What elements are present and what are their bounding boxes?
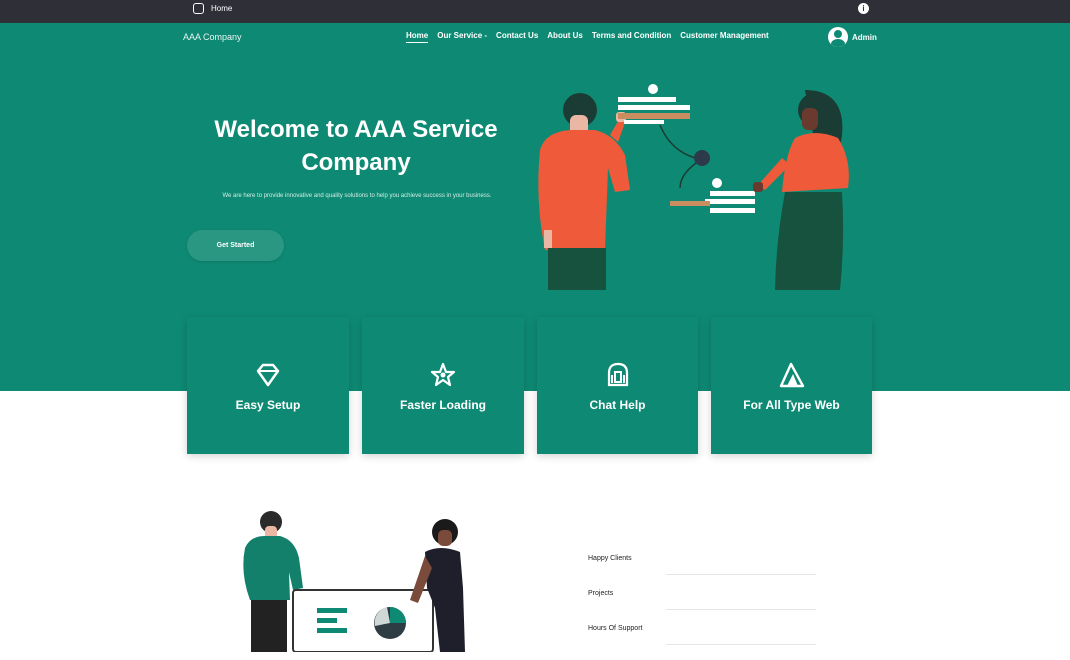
- browser-topbar: Home i: [0, 0, 1070, 23]
- field-label: Happy Clients: [588, 555, 632, 562]
- feature-label: Faster Loading: [399, 397, 486, 412]
- feature-label: For All Type Web: [743, 397, 840, 412]
- hero-subtitle: We are here to provide innovative and qu…: [222, 193, 492, 199]
- info-icon[interactable]: i: [858, 3, 869, 14]
- field-input[interactable]: [666, 609, 816, 611]
- field-input[interactable]: [666, 644, 816, 646]
- nav-item-contact-us[interactable]: Contact Us: [496, 31, 538, 43]
- nav-item-home[interactable]: Home: [406, 31, 429, 43]
- diamond-icon: [253, 360, 283, 390]
- feature-card-easy-setup[interactable]: Easy Setup: [187, 317, 349, 454]
- mountain-icon: [777, 360, 807, 390]
- team-illustration: [243, 511, 465, 652]
- nav-item-our-service[interactable]: Our Service -: [437, 31, 487, 43]
- form-row: Projects: [588, 590, 816, 625]
- hero-illustration: [538, 84, 849, 290]
- user-name: Admin: [852, 32, 877, 42]
- chat-icon: [603, 360, 633, 390]
- avatar: [828, 27, 848, 47]
- navbar: AAA Company Home Our Service - Contact U…: [0, 23, 1070, 53]
- star-icon: [428, 360, 458, 390]
- nav-item-customer-management[interactable]: Customer Management: [680, 31, 768, 43]
- feature-card-all-type-web[interactable]: For All Type Web: [711, 317, 872, 454]
- field-label: Hours Of Support: [588, 625, 643, 632]
- topbar-home-label: Home: [211, 4, 233, 13]
- user-menu[interactable]: Admin: [828, 27, 877, 47]
- feature-cards: Easy Setup Faster Loading Chat Help For …: [187, 317, 872, 454]
- stats-form: Happy Clients Projects Hours Of Support: [588, 555, 816, 660]
- hero-title: Welcome to AAA Service Company: [214, 116, 498, 176]
- nav-menu: Home Our Service - Contact Us About Us T…: [406, 31, 769, 43]
- field-input[interactable]: [666, 574, 816, 576]
- nav-item-about-us[interactable]: About Us: [547, 31, 583, 43]
- field-label: Projects: [588, 590, 614, 597]
- form-row: Happy Clients: [588, 555, 816, 590]
- feature-label: Easy Setup: [235, 397, 301, 412]
- nav-item-terms[interactable]: Terms and Condition: [592, 31, 671, 43]
- feature-card-faster-loading[interactable]: Faster Loading: [362, 317, 524, 454]
- get-started-button[interactable]: Get Started: [187, 230, 284, 261]
- feature-card-chat-help[interactable]: Chat Help: [537, 317, 698, 454]
- form-row: Hours Of Support: [588, 625, 816, 660]
- feature-label: Chat Help: [589, 397, 646, 412]
- brand-logo[interactable]: AAA Company: [183, 32, 242, 42]
- topbar-home[interactable]: Home: [193, 3, 232, 14]
- camera-icon: [193, 3, 204, 14]
